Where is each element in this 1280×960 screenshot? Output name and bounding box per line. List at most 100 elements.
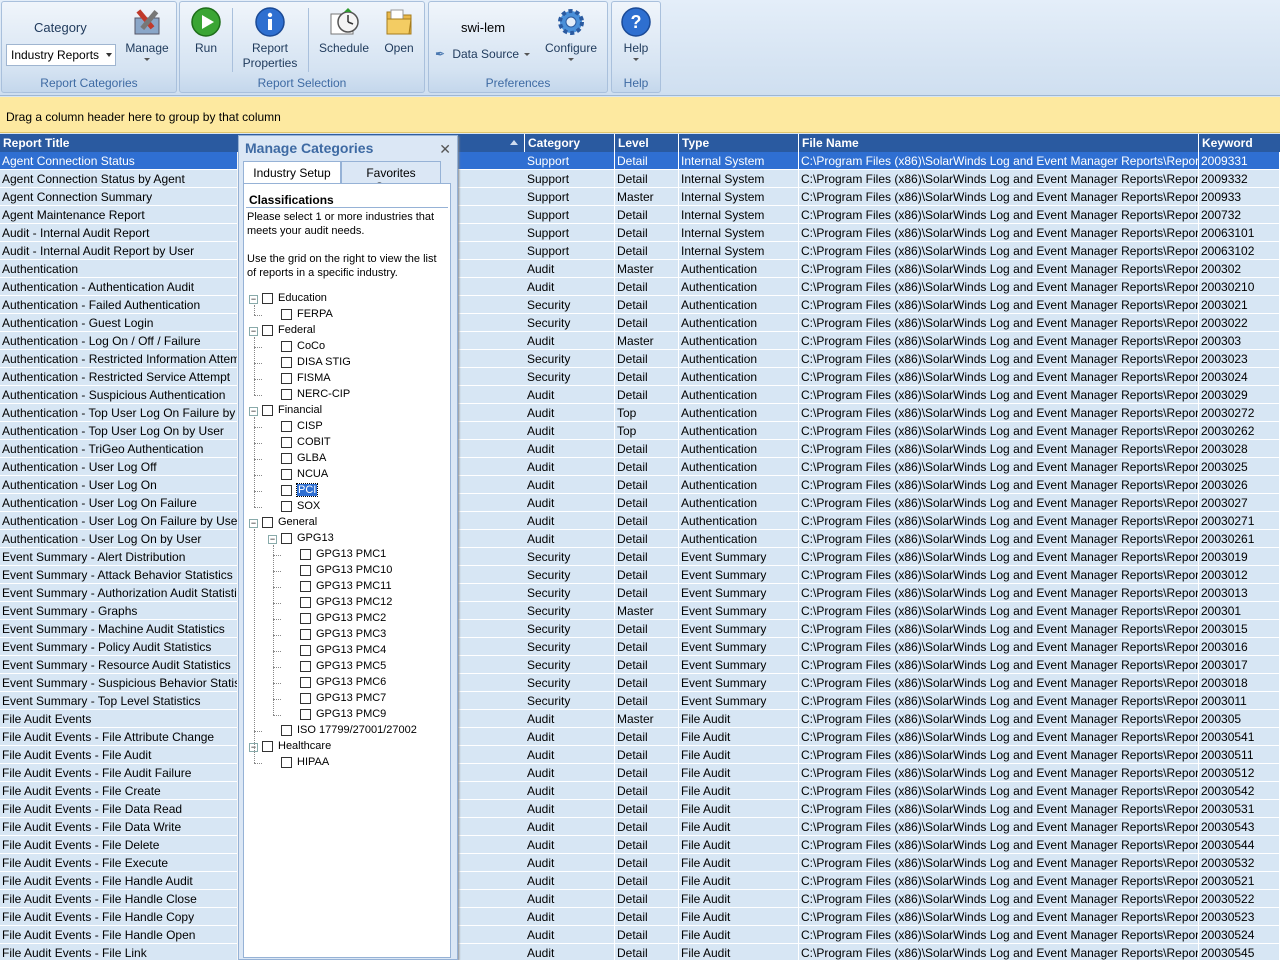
table-row[interactable]: Authentication - User Log Off Audit Detail… (0, 458, 1280, 476)
tree-checkbox[interactable] (300, 629, 311, 640)
tree-checkbox[interactable] (281, 437, 292, 448)
tree-checkbox[interactable] (300, 693, 311, 704)
table-row[interactable]: Audit - Internal Audit Report Support Deta… (0, 224, 1280, 242)
help-button[interactable]: ? Help (616, 6, 656, 61)
tree-node-label[interactable]: Federal (278, 324, 315, 336)
tree-checkbox[interactable] (300, 613, 311, 624)
table-row[interactable]: Authentication - Restricted Service Atte… (0, 368, 1280, 386)
table-row[interactable]: Authentication - Top User Log On Failure… (0, 404, 1280, 422)
tree-node-label[interactable]: NCUA (297, 468, 328, 480)
category-combo[interactable]: Industry Reports (6, 44, 116, 66)
tree-checkbox[interactable] (281, 421, 292, 432)
table-row[interactable]: Authentication - Top User Log On by User… (0, 422, 1280, 440)
table-row[interactable]: Event Summary - Policy Audit Statistics S… (0, 638, 1280, 656)
tree-node-label[interactable]: GPG13 PMC12 (316, 596, 392, 608)
tree-checkbox[interactable] (281, 309, 292, 320)
tree-checkbox[interactable] (281, 453, 292, 464)
table-row[interactable]: Authentication - Suspicious Authenticati… (0, 386, 1280, 404)
column-header-keyword[interactable]: Keyword (1199, 134, 1280, 152)
table-row[interactable]: Authentication - TriGeo Authentication Au… (0, 440, 1280, 458)
schedule-button[interactable]: Schedule (314, 6, 374, 56)
tree-checkbox[interactable] (281, 725, 292, 736)
table-row[interactable]: Authentication - Authentication Audit Aud… (0, 278, 1280, 296)
tree-checkbox[interactable] (300, 597, 311, 608)
column-header-type[interactable]: Type (679, 134, 799, 152)
table-row[interactable]: File Audit Events - File Data Write Audit… (0, 818, 1280, 836)
table-row[interactable]: Agent Connection Summary Support Master Int… (0, 188, 1280, 206)
table-row[interactable]: Authentication - Log On / Off / Failure A… (0, 332, 1280, 350)
table-row[interactable]: Audit - Internal Audit Report by User Sup… (0, 242, 1280, 260)
tab-favorites-setup[interactable]: Favorites Setup (341, 161, 441, 194)
tree-node-label[interactable]: GPG13 PMC11 (316, 580, 392, 592)
table-row[interactable]: Event Summary - Top Level Statistics Secu… (0, 692, 1280, 710)
table-row[interactable]: Agent Maintenance Report Support Detail Int… (0, 206, 1280, 224)
table-row[interactable]: Authentication - User Log On Failure by … (0, 512, 1280, 530)
table-row[interactable]: Event Summary - Alert Distribution Securi… (0, 548, 1280, 566)
tree-node-label[interactable]: GLBA (297, 452, 326, 464)
table-row[interactable]: File Audit Events - File Handle Audit Aud… (0, 872, 1280, 890)
column-header-category[interactable]: Category (525, 134, 615, 152)
tree-node-label[interactable]: HIPAA (297, 756, 329, 768)
table-row[interactable]: File Audit Events - File Create Audit Deta… (0, 782, 1280, 800)
table-row[interactable]: File Audit Events - File Link Audit Detail… (0, 944, 1280, 960)
tree-node-label[interactable]: NERC-CIP (297, 388, 350, 400)
tree-checkbox[interactable] (281, 341, 292, 352)
tree-checkbox[interactable] (300, 565, 311, 576)
table-row[interactable]: Event Summary - Graphs Security Master Even… (0, 602, 1280, 620)
tab-industry-setup[interactable]: Industry Setup (243, 161, 341, 183)
tree-node-label[interactable]: Financial (278, 404, 322, 416)
tree-checkbox[interactable] (300, 677, 311, 688)
tree-checkbox[interactable] (262, 293, 273, 304)
report-properties-button[interactable]: Report Properties (236, 6, 304, 71)
collapse-icon[interactable]: − (249, 295, 258, 304)
tree-node-label[interactable]: CISP (297, 420, 323, 432)
data-source-button[interactable]: ✒ Data Source (435, 47, 531, 61)
group-by-bar[interactable]: Drag a column header here to group by th… (0, 97, 1280, 133)
table-row[interactable]: Event Summary - Attack Behavior Statisti… (0, 566, 1280, 584)
tree-checkbox[interactable] (281, 357, 292, 368)
tree-node-label[interactable]: CoCo (297, 340, 325, 352)
table-row[interactable]: Authentication Audit Master Authentication C… (0, 260, 1280, 278)
tree-node-label[interactable]: General (278, 516, 317, 528)
column-header-level[interactable]: Level (615, 134, 679, 152)
table-row[interactable]: File Audit Events - File Delete Audit Deta… (0, 836, 1280, 854)
table-row[interactable]: File Audit Events - File Execute Audit Det… (0, 854, 1280, 872)
tree-node-label[interactable]: Healthcare (278, 740, 331, 752)
tree-node-label[interactable]: GPG13 PMC5 (316, 660, 386, 672)
tree-checkbox[interactable] (262, 517, 273, 528)
table-row[interactable]: File Audit Events - File Audit Audit Detai… (0, 746, 1280, 764)
table-row[interactable]: Authentication - Failed Authentication Se… (0, 296, 1280, 314)
tree-node-label[interactable]: GPG13 PMC3 (316, 628, 386, 640)
open-button[interactable]: Open (378, 6, 420, 56)
tree-checkbox[interactable] (300, 661, 311, 672)
collapse-icon[interactable]: − (268, 535, 277, 544)
tree-node-label[interactable]: ISO 17799/27001/27002 (297, 724, 417, 736)
configure-button[interactable]: Configure (537, 6, 605, 61)
tree-checkbox[interactable] (281, 533, 292, 544)
tree-node-label[interactable]: COBIT (297, 436, 331, 448)
table-row[interactable]: Event Summary - Resource Audit Statistic… (0, 656, 1280, 674)
tree-checkbox[interactable] (281, 389, 292, 400)
tree-checkbox[interactable] (300, 709, 311, 720)
tree-node-label[interactable]: FISMA (297, 372, 331, 384)
tree-node-label[interactable]: GPG13 PMC2 (316, 612, 386, 624)
tree-checkbox[interactable] (262, 405, 273, 416)
manage-button[interactable]: Manage (122, 6, 172, 61)
table-row[interactable]: Agent Connection Status by Agent Support D… (0, 170, 1280, 188)
table-row[interactable]: Authentication - User Log On Failure Audi… (0, 494, 1280, 512)
tree-node-label[interactable]: SOX (297, 500, 320, 512)
tree-node-label[interactable]: GPG13 PMC4 (316, 644, 386, 656)
tree-node-label[interactable]: DISA STIG (297, 356, 351, 368)
table-row[interactable]: Authentication - User Log On Audit Detail A… (0, 476, 1280, 494)
tree-checkbox[interactable] (300, 581, 311, 592)
run-button[interactable]: Run (184, 6, 228, 56)
tree-checkbox[interactable] (262, 741, 273, 752)
tree-checkbox[interactable] (281, 757, 292, 768)
table-row[interactable]: Authentication - Restricted Information … (0, 350, 1280, 368)
table-row[interactable]: File Audit Events - File Handle Close Aud… (0, 890, 1280, 908)
table-row[interactable]: Authentication - Guest Login Security Deta… (0, 314, 1280, 332)
tree-node-label[interactable]: GPG13 PMC7 (316, 692, 386, 704)
tree-node-label[interactable]: FERPA (297, 308, 333, 320)
tree-checkbox[interactable] (300, 645, 311, 656)
tree-node-label[interactable]: Education (278, 292, 327, 304)
